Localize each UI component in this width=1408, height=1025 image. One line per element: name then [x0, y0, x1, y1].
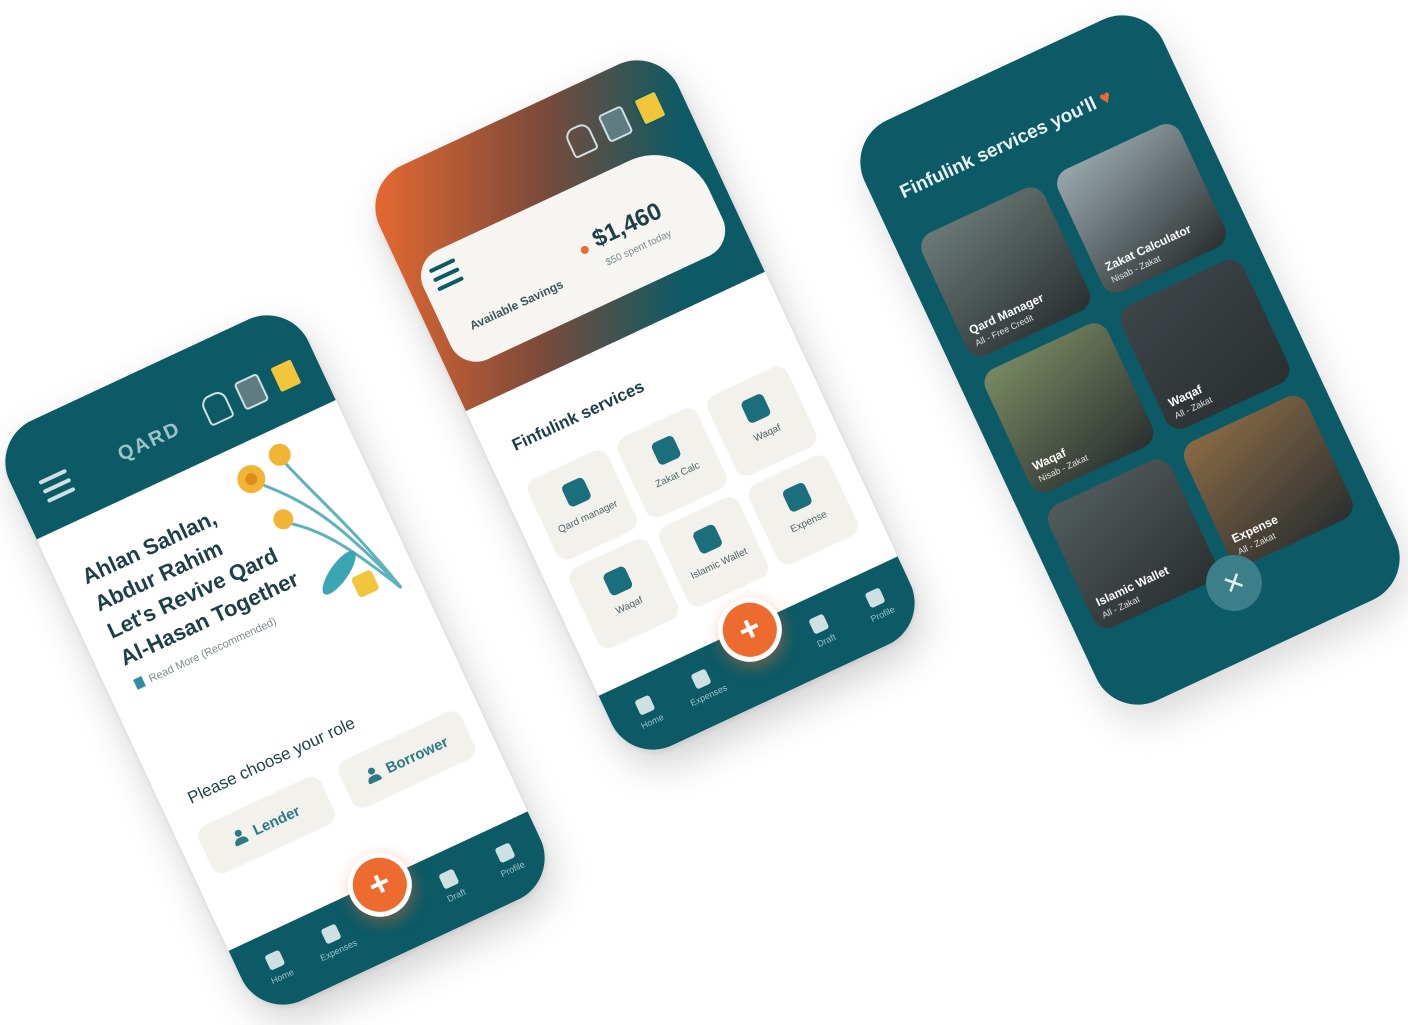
nav-draft[interactable]: Draft [788, 604, 855, 657]
nav-label: Draft [815, 631, 838, 650]
bell-icon[interactable] [198, 388, 236, 427]
nav-label: Home [639, 711, 666, 732]
person-icon [230, 827, 249, 847]
nav-profile[interactable]: Profile [474, 833, 541, 886]
card-icon[interactable] [267, 356, 305, 395]
expenses-icon [690, 668, 712, 690]
nav-home[interactable]: Home [244, 940, 311, 993]
home-icon [634, 694, 656, 716]
draft-icon [808, 613, 830, 635]
edit-icon [601, 565, 634, 597]
borrower-button[interactable]: Borrower [334, 707, 480, 812]
service-label: Waqaf [752, 422, 783, 445]
draft-icon [438, 868, 460, 890]
expenses-icon [320, 923, 342, 945]
wallet-icon[interactable] [233, 372, 270, 411]
service-label: Waqaf [614, 594, 645, 617]
menu-icon[interactable] [38, 468, 78, 509]
lender-label: Lender [250, 802, 303, 839]
service-label: Qard manager [556, 498, 620, 536]
nav-expenses[interactable]: Expenses [670, 659, 737, 712]
services-gallery-phone: Finfulink services you'll ♥ Qard Manager… [845, 0, 1408, 720]
nav-label: Draft [445, 886, 468, 905]
waqaf-icon [739, 392, 772, 425]
chart-icon [781, 481, 814, 514]
home-icon [264, 949, 286, 971]
profile-icon [494, 842, 516, 864]
nav-expenses[interactable]: Expenses [300, 914, 367, 967]
heart-icon: ♥ [1096, 86, 1116, 111]
nav-profile[interactable]: Profile [844, 578, 911, 631]
nav-draft[interactable]: Draft [418, 859, 485, 912]
profile-icon [864, 587, 886, 609]
brand-title: QARD [114, 417, 185, 466]
nav-label: Home [269, 966, 296, 987]
borrower-label: Borrower [383, 733, 451, 777]
qard-icon [560, 476, 593, 509]
calculator-icon [650, 434, 683, 467]
wallet-icon [691, 523, 724, 556]
service-label: Expense [788, 509, 829, 536]
service-label: Islamic Wallet [689, 546, 750, 582]
nav-home[interactable]: Home [614, 685, 681, 738]
person-icon [363, 765, 382, 785]
